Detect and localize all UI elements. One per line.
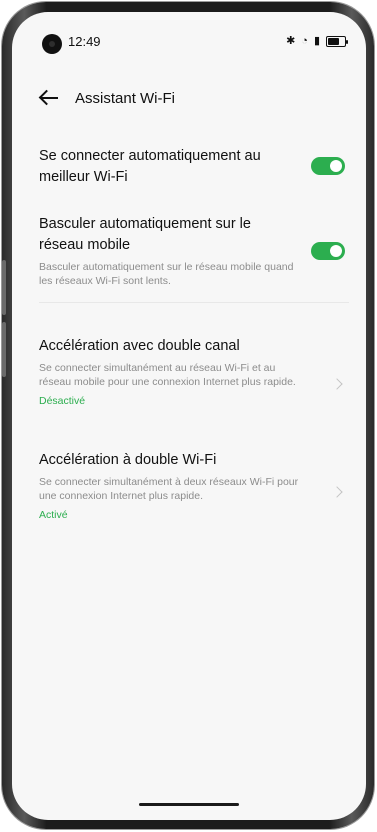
status-bar: 12:49 ✱ ◔ ▮ <box>12 12 366 62</box>
page-header: Assistant Wi-Fi <box>12 84 366 116</box>
toggle-auto-mobile-switch[interactable] <box>311 242 345 260</box>
setting-title: Se connecter automatiquement au meilleur… <box>39 148 261 185</box>
wifi-icon: ◔ <box>301 35 308 47</box>
screen: 12:49 ✱ ◔ ▮ Assistant Wi-Fi Se connecter… <box>12 12 366 820</box>
setting-status: Activé <box>39 509 68 521</box>
chevron-right-icon[interactable] <box>333 378 343 388</box>
home-indicator[interactable] <box>139 803 239 806</box>
status-icons: ✱ ◔ ▮ <box>286 34 348 48</box>
toggle-auto-best-wifi[interactable] <box>311 157 345 175</box>
setting-description: Se connecter simultanément à deux réseau… <box>39 476 299 502</box>
power-button <box>2 322 6 377</box>
setting-status: Désactivé <box>39 395 86 407</box>
setting-dual-channel[interactable]: Accélération avec double canal Se connec… <box>39 336 345 407</box>
setting-auto-best-wifi[interactable]: Se connecter automatiquement au meilleur… <box>39 146 345 188</box>
back-arrow-icon[interactable] <box>38 88 62 108</box>
setting-description: Se connecter simultanément au réseau Wi-… <box>39 362 296 388</box>
status-time: 12:49 <box>68 34 101 49</box>
battery-icon <box>326 35 348 47</box>
setting-dual-wifi[interactable]: Accélération à double Wi-Fi Se connecter… <box>39 450 345 521</box>
setting-description: Basculer automatiquement sur le réseau m… <box>39 261 294 287</box>
front-camera <box>42 34 62 54</box>
bluetooth-icon: ✱ <box>286 35 296 47</box>
divider <box>39 302 349 303</box>
page-title: Assistant Wi-Fi <box>75 90 176 107</box>
chevron-right-icon[interactable] <box>333 486 343 496</box>
setting-title: Accélération avec double canal <box>39 338 240 354</box>
signal-icon: ▮ <box>313 35 320 47</box>
setting-auto-mobile-switch[interactable]: Basculer automatiquement sur le réseau m… <box>39 214 345 288</box>
volume-button <box>2 260 6 315</box>
setting-title: Basculer automatiquement sur le réseau m… <box>39 216 251 253</box>
setting-title: Accélération à double Wi-Fi <box>39 452 217 468</box>
phone-frame: 12:49 ✱ ◔ ▮ Assistant Wi-Fi Se connecter… <box>2 2 374 829</box>
